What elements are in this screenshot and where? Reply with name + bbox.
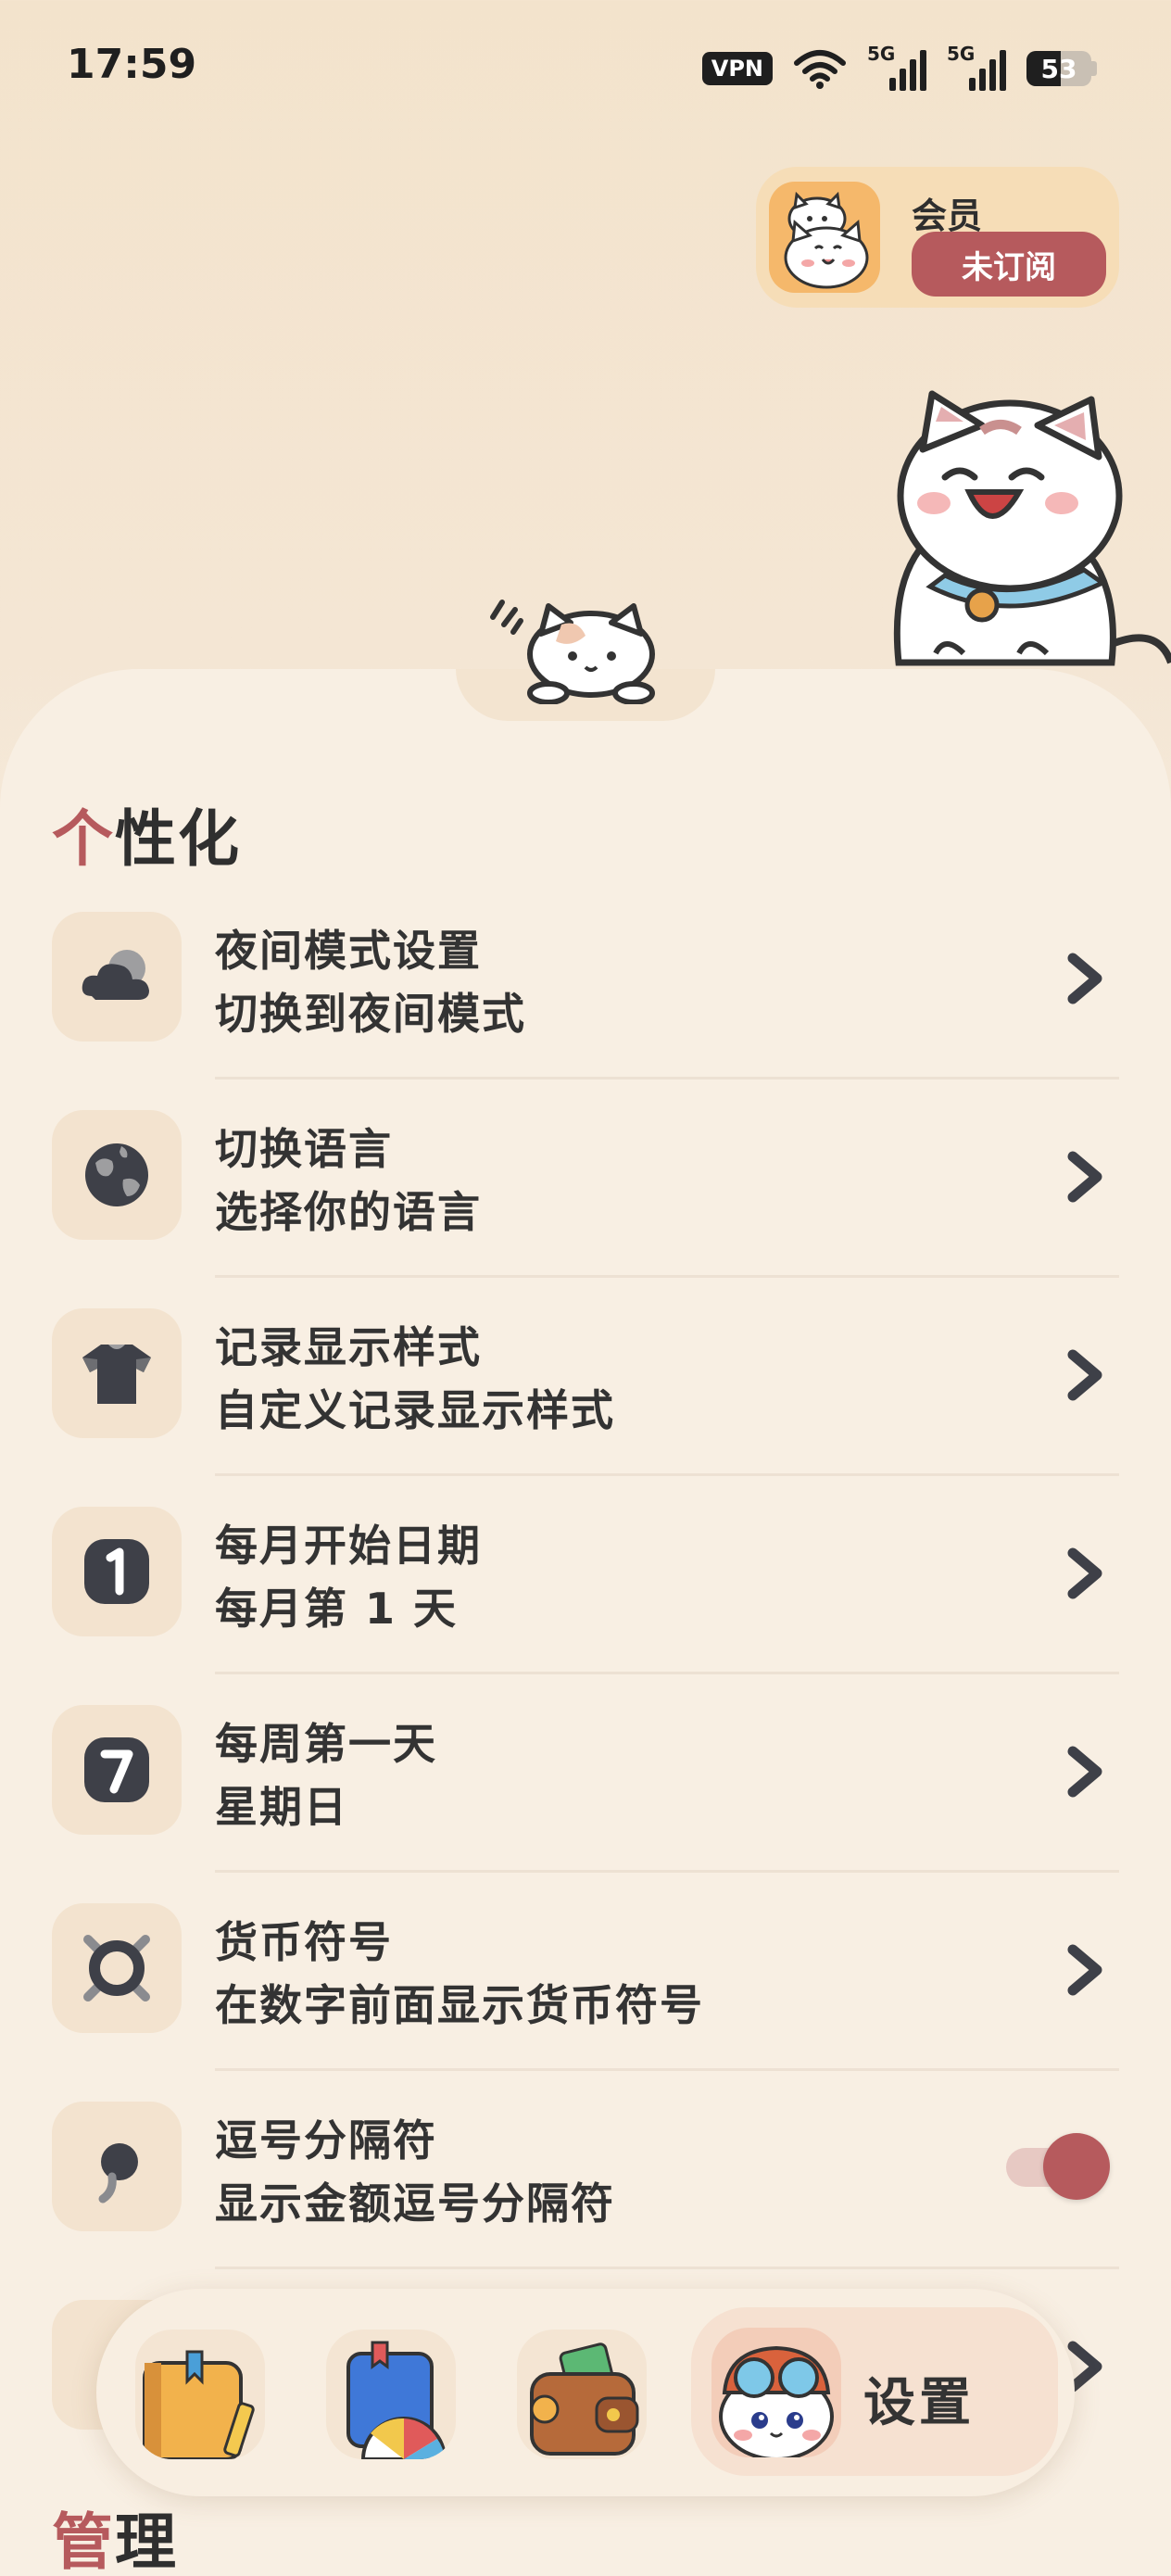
chevron-right-icon — [1067, 1151, 1102, 1203]
setting-subtitle: 每月第 1 天 — [215, 1584, 459, 1634]
setting-subtitle: 显示金额逗号分隔符 — [215, 2178, 615, 2229]
member-cats-icon — [769, 182, 880, 293]
chevron-right-icon — [1067, 953, 1102, 1004]
setting-record-style[interactable]: 记录显示样式 自定义记录显示样式 — [0, 1308, 1171, 1507]
wallet-icon — [530, 2342, 639, 2456]
battery-level: 53 — [1040, 53, 1077, 84]
setting-subtitle: 切换到夜间模式 — [215, 989, 526, 1039]
bottom-nav: 设置 — [96, 2289, 1075, 2496]
setting-title: 货币符号 — [215, 1917, 393, 1967]
currency-icon — [52, 1903, 182, 2033]
divider — [215, 2068, 1119, 2071]
setting-subtitle: 自定义记录显示样式 — [215, 1385, 615, 1435]
wifi-icon — [794, 50, 846, 89]
setting-title: 每月开始日期 — [215, 1521, 482, 1571]
cat-pilot-icon — [711, 2328, 841, 2457]
divider — [215, 1473, 1119, 1476]
setting-title: 逗号分隔符 — [215, 2115, 437, 2166]
setting-language[interactable]: 切换语言 选择你的语言 — [0, 1110, 1171, 1308]
cellular-signal-2: 5G — [947, 43, 1006, 91]
chevron-right-icon — [1067, 1746, 1102, 1798]
section-title-personalization: 个性化 — [52, 789, 241, 878]
divider — [215, 1077, 1119, 1080]
peeking-cat-illustration — [490, 600, 655, 704]
signal-bars-icon — [889, 50, 926, 91]
setting-title: 记录显示样式 — [215, 1322, 482, 1372]
member-card[interactable]: 会员 未订阅 — [756, 167, 1119, 308]
setting-subtitle: 选择你的语言 — [215, 1187, 482, 1237]
nav-settings[interactable]: 设置 — [691, 2307, 1058, 2476]
section-title-accent: 管 — [52, 2507, 115, 2576]
subscribe-button[interactable]: 未订阅 — [912, 232, 1106, 297]
shirt-icon — [52, 1308, 182, 1438]
setting-title: 每周第一天 — [215, 1719, 437, 1769]
setting-subtitle: 星期日 — [215, 1782, 348, 1832]
section-title-accent: 个 — [52, 803, 115, 875]
nav-notebook[interactable] — [135, 2330, 265, 2459]
nav-statistics[interactable] — [326, 2330, 456, 2459]
setting-title: 切换语言 — [215, 1124, 393, 1174]
chevron-right-icon — [1067, 1944, 1102, 1996]
calendar-one-icon — [52, 1507, 182, 1636]
cellular-signal-1: 5G — [867, 43, 926, 91]
calendar-seven-icon — [52, 1705, 182, 1835]
stats-book-icon — [346, 2341, 447, 2459]
setting-subtitle: 在数字前面显示货币符号 — [215, 1980, 704, 2030]
setting-currency-symbol[interactable]: 货币符号 在数字前面显示货币符号 — [0, 1903, 1171, 2102]
divider — [215, 1672, 1119, 1674]
signal-bars-icon — [969, 50, 1006, 91]
section-title-text: 理 — [115, 2507, 178, 2576]
nav-settings-label: 设置 — [863, 2373, 975, 2433]
nav-wallet[interactable] — [517, 2330, 647, 2459]
vpn-badge: VPN — [701, 52, 773, 85]
divider — [215, 1870, 1119, 1873]
chevron-right-icon — [1067, 1349, 1102, 1401]
setting-night-mode[interactable]: 夜间模式设置 切换到夜间模式 — [0, 912, 1171, 1110]
chevron-right-icon — [1067, 1547, 1102, 1599]
toggle-knob — [1043, 2133, 1110, 2200]
globe-icon — [52, 1110, 182, 1240]
cat-mascot-illustration — [893, 390, 1171, 666]
setting-comma-separator: 逗号分隔符 显示金额逗号分隔符 — [0, 2102, 1171, 2300]
setting-title: 夜间模式设置 — [215, 926, 482, 976]
status-time: 17:59 — [67, 41, 197, 88]
member-title: 会员 — [912, 196, 983, 236]
status-bar: 17:59 VPN 5G 5G 53 — [0, 0, 1171, 139]
notebook-icon — [143, 2350, 255, 2459]
setting-week-start[interactable]: 每周第一天 星期日 — [0, 1705, 1171, 1903]
divider — [215, 1275, 1119, 1278]
moon-cloud-icon — [52, 912, 182, 1042]
setting-month-start[interactable]: 每月开始日期 每月第 1 天 — [0, 1507, 1171, 1705]
section-title-management: 管理 — [52, 2493, 178, 2576]
divider — [215, 2267, 1119, 2269]
status-icons: VPN 5G 5G 53 — [701, 43, 1097, 91]
comma-icon — [52, 2102, 182, 2231]
comma-separator-toggle[interactable] — [1006, 2133, 1110, 2200]
battery-icon: 53 — [1026, 51, 1097, 86]
section-title-text: 性化 — [115, 803, 241, 875]
